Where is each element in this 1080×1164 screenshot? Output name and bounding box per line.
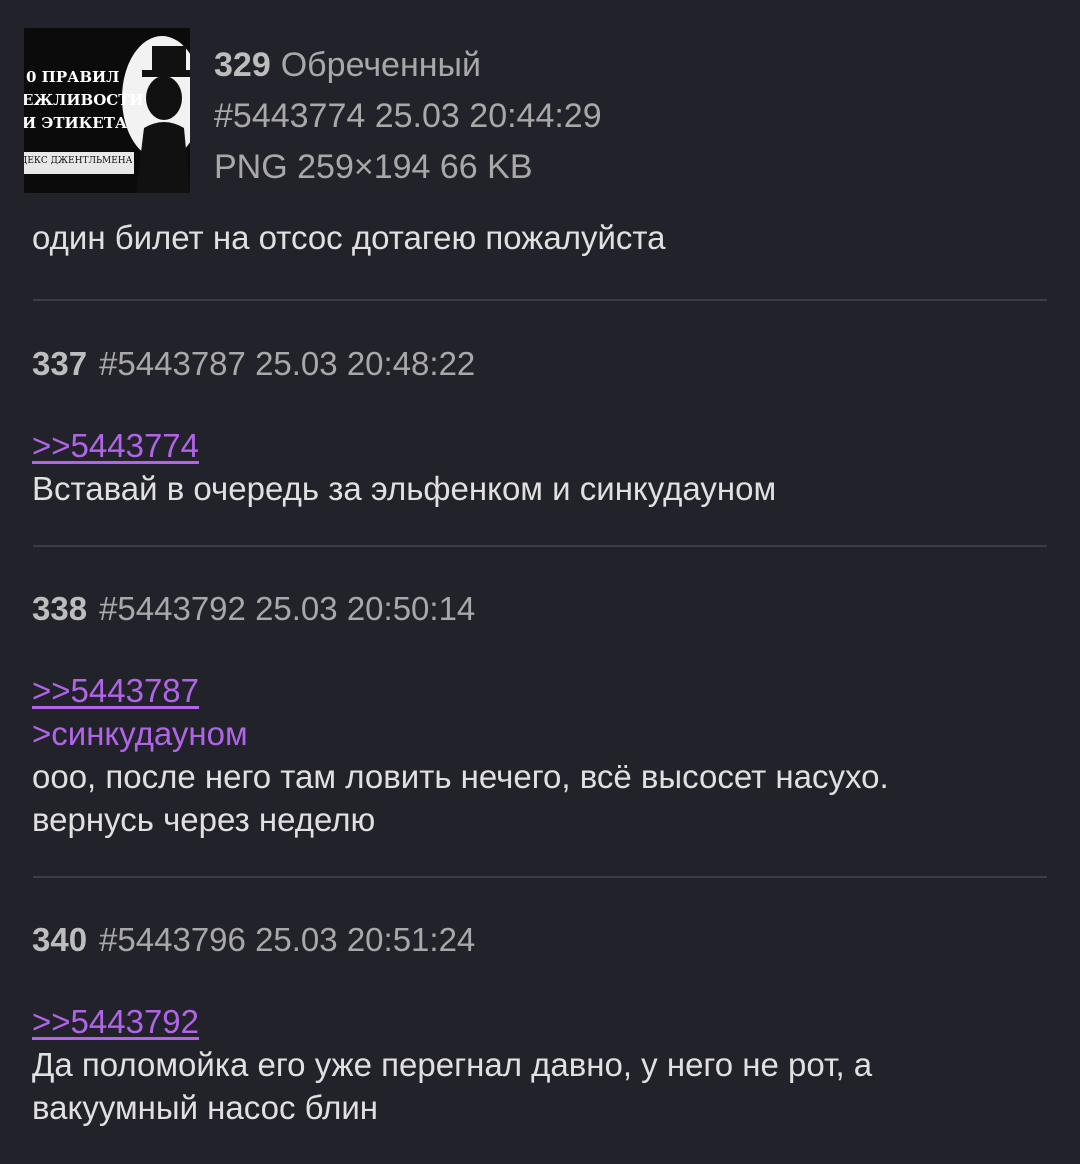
post-body: >>5443787 >синкудауном ооо, после него т… [32, 669, 1052, 841]
reply-link[interactable]: >>5443787 [32, 669, 199, 712]
post-time: 20:51:24 [346, 921, 476, 958]
post-thumbnail[interactable]: 0 ПРАВИЛ ЕЖЛИВОСТИ И ЭТИКЕТА ДЕКС ДЖЕНТЛ… [24, 28, 190, 193]
thumbnail-line: И ЭТИКЕТА [24, 114, 128, 132]
post-id[interactable]: #5443796 [99, 921, 246, 958]
post-header: 340 #5443796 25.03 20:51:24 [32, 920, 1052, 960]
file-info[interactable]: PNG 259×194 66 KB [214, 142, 602, 193]
post-time: 20:50:14 [346, 590, 476, 627]
post-header: 338 #5443792 25.03 20:50:14 [32, 589, 1052, 629]
post-text-line: ооо, после него там ловить нечего, всё в… [32, 758, 889, 795]
post-text-line: вернусь через неделю [32, 801, 376, 838]
post-number: 329 [214, 46, 271, 84]
post-text-line: Да поломойка его уже перегнал давно, у н… [32, 1046, 873, 1083]
quote-text: >синкудауном [32, 715, 248, 752]
post-id[interactable]: #5443792 [99, 590, 246, 627]
reply-link[interactable]: >>5443774 [32, 424, 199, 467]
reply-link[interactable]: >>5443792 [32, 1000, 199, 1043]
post-time: 20:48:22 [346, 345, 476, 382]
post-number: 340 [32, 921, 88, 958]
post-time: 20:44:29 [469, 97, 602, 135]
post-date: 25.03 [255, 921, 338, 958]
post-date: 25.03 [255, 590, 338, 627]
post-id[interactable]: #5443787 [99, 345, 246, 382]
post-text: один билет на отсос дотагею пожалуйста [32, 219, 666, 256]
post-338: 338 #5443792 25.03 20:50:14 >>5443787 >си… [32, 589, 1052, 841]
post-340: 340 #5443796 25.03 20:51:24 >>5443792 Да … [32, 920, 1052, 1129]
post-header: 337 #5443787 25.03 20:48:22 [32, 344, 1052, 384]
post-id[interactable]: #5443774 [214, 97, 365, 135]
post-date: 25.03 [255, 345, 338, 382]
thumbnail-text: 0 ПРАВИЛ ЕЖЛИВОСТИ И ЭТИКЕТА [24, 66, 144, 135]
thumbnail-line: 0 ПРАВИЛ [26, 68, 120, 86]
post-text-line: вакуумный насос блин [32, 1089, 378, 1126]
post-date: 25.03 [374, 97, 460, 135]
post-body: >>5443774 Вставай в очередь за эльфенком… [32, 424, 1052, 510]
thumbnail-subtitle: ДЕКС ДЖЕНТЛЬМЕНА [24, 156, 132, 166]
post-divider [33, 299, 1047, 301]
post-body: >>5443792 Да поломойка его уже перегнал … [32, 1000, 1052, 1129]
post-number: 338 [32, 590, 88, 627]
post-meta: 329 Обреченный #5443774 25.03 20:44:29 PN… [214, 40, 602, 193]
post-text-line: Вставай в очередь за эльфенком и синкуда… [32, 470, 777, 507]
post-337: 337 #5443787 25.03 20:48:22 >>5443774 Вст… [32, 344, 1052, 510]
post-number: 337 [32, 345, 88, 382]
thumbnail-line: ЕЖЛИВОСТИ [24, 91, 144, 109]
thread: 0 ПРАВИЛ ЕЖЛИВОСТИ И ЭТИКЕТА ДЕКС ДЖЕНТЛ… [0, 0, 1080, 1164]
poster-name: Обреченный [280, 46, 481, 84]
post-divider [33, 876, 1047, 878]
post-divider [33, 545, 1047, 547]
